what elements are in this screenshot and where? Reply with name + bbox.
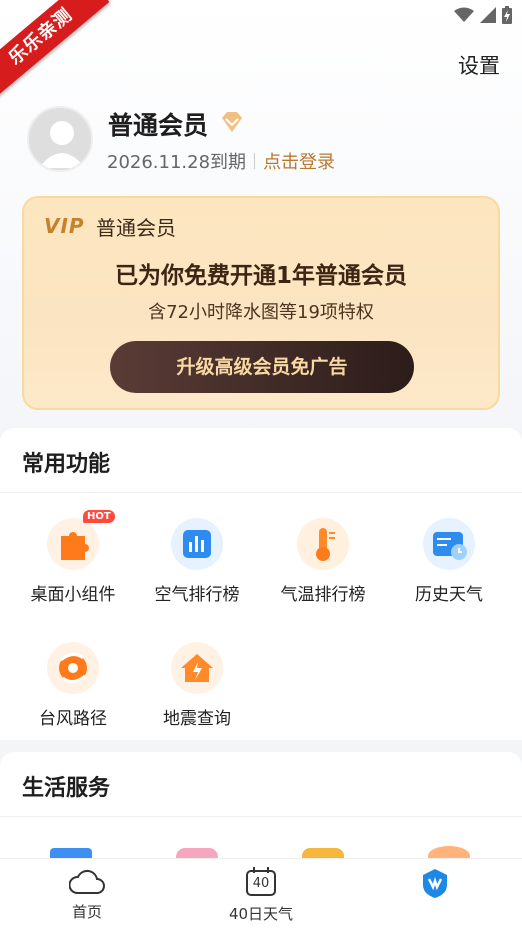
hot-badge: HOT bbox=[83, 510, 115, 523]
func-label: 台风路径 bbox=[39, 709, 107, 729]
member-name: 普通会员 bbox=[108, 111, 209, 140]
tab-40-day[interactable]: 40 40日天气 bbox=[211, 867, 311, 924]
settings-button[interactable]: 设置 bbox=[458, 50, 500, 80]
func-temp-ranking[interactable]: 气温排行榜 bbox=[260, 518, 386, 605]
divider bbox=[0, 816, 522, 817]
bottom-tab-bar: 首页 40 40日天气 bbox=[0, 858, 522, 929]
section-title: 生活服务 bbox=[22, 776, 111, 801]
func-history-weather[interactable]: 历史天气 bbox=[386, 518, 512, 605]
vip-subtitle: 含72小时降水图等19项特权 bbox=[148, 302, 374, 323]
signal-icon bbox=[480, 7, 496, 27]
func-typhoon-track[interactable]: 台风路径 bbox=[10, 642, 136, 729]
vip-card-title: 普通会员 bbox=[96, 216, 176, 240]
cloud-icon bbox=[68, 869, 105, 899]
func-air-ranking[interactable]: 空气排行榜 bbox=[134, 518, 260, 605]
tab-home[interactable]: 首页 bbox=[37, 867, 137, 922]
func-label: 气温排行榜 bbox=[280, 585, 366, 605]
vip-card: VIP 普通会员 已为你免费开通1年普通会员 含72小时降水图等19项特权 升级… bbox=[22, 196, 500, 410]
func-label: 地震查询 bbox=[163, 709, 231, 729]
upgrade-vip-button[interactable]: 升级高级会员免广告 bbox=[110, 341, 414, 393]
bar-chart-icon bbox=[171, 518, 223, 570]
func-widget[interactable]: HOT 桌面小组件 bbox=[10, 510, 136, 605]
tab-label: 首页 bbox=[71, 903, 102, 921]
func-label: 桌面小组件 bbox=[30, 585, 116, 605]
tab-profile[interactable] bbox=[385, 867, 485, 905]
func-earthquake-query[interactable]: 地震查询 bbox=[134, 642, 260, 729]
vip-logo: VIP bbox=[44, 214, 85, 238]
calendar-40-icon: 40 bbox=[245, 867, 277, 897]
profile-shield-icon bbox=[419, 869, 451, 903]
divider bbox=[254, 153, 256, 169]
life-services-section: 生活服务 bbox=[0, 752, 522, 872]
tab-label: 40日天气 bbox=[228, 905, 294, 923]
login-link[interactable]: 点击登录 bbox=[263, 148, 335, 174]
thermometer-icon bbox=[297, 518, 349, 570]
history-calendar-icon bbox=[423, 518, 475, 570]
divider bbox=[0, 492, 522, 493]
wifi-icon bbox=[454, 7, 474, 27]
vip-headline: 已为你免费开通1年普通会员 bbox=[114, 263, 407, 289]
common-functions-section: 常用功能 HOT 桌面小组件 空气排行榜 气温排行榜 历史天气 台风路径 地震查… bbox=[0, 428, 522, 740]
expire-date: 2026.11.28到期 bbox=[107, 152, 247, 173]
diamond-icon bbox=[220, 111, 244, 137]
earthquake-house-icon bbox=[171, 642, 223, 694]
func-label: 空气排行榜 bbox=[154, 585, 240, 605]
func-label: 历史天气 bbox=[415, 585, 483, 605]
avatar[interactable] bbox=[27, 106, 93, 172]
puzzle-icon: HOT bbox=[47, 510, 115, 570]
battery-charging-icon bbox=[502, 6, 512, 28]
section-title: 常用功能 bbox=[22, 452, 111, 477]
membership-info: 2026.11.28到期 点击登录 bbox=[107, 148, 335, 174]
calendar-number: 40 bbox=[252, 876, 270, 891]
typhoon-icon bbox=[47, 642, 99, 694]
